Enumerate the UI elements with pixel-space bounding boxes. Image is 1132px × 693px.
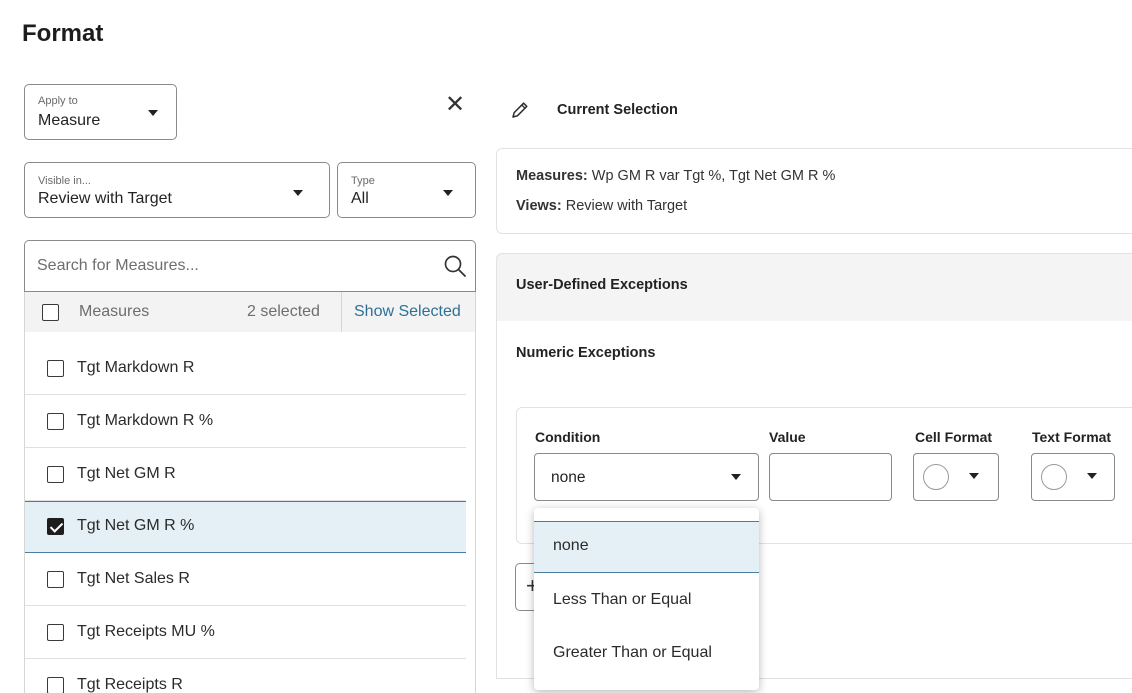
list-item[interactable]: Tgt Net Sales R: [25, 554, 466, 606]
divider: [341, 292, 342, 332]
condition-dropdown: none Less Than or Equal Greater Than or …: [534, 508, 759, 690]
chevron-down-icon: [443, 190, 453, 196]
condition-select[interactable]: none: [534, 453, 759, 501]
visible-in-select[interactable]: Visible in... Review with Target: [24, 162, 330, 218]
user-defined-exceptions-title: User-Defined Exceptions: [516, 277, 688, 293]
selected-count: 2 selected: [247, 303, 320, 320]
item-checkbox[interactable]: [47, 466, 64, 483]
list-item[interactable]: Tgt Markdown R: [25, 343, 466, 395]
views-value: Review with Target: [565, 198, 688, 214]
user-defined-exceptions-header[interactable]: User-Defined Exceptions: [496, 253, 1132, 321]
list-item-label: Tgt Markdown R %: [77, 412, 214, 429]
item-checkbox[interactable]: [47, 677, 64, 693]
close-icon[interactable]: ✕: [445, 93, 465, 117]
type-select[interactable]: Type All: [337, 162, 476, 218]
list-item-label: Tgt Net Sales R: [77, 570, 190, 587]
color-swatch-icon: [1041, 464, 1067, 490]
value-input[interactable]: [769, 453, 892, 501]
search-input[interactable]: [37, 254, 417, 278]
condition-label: Condition: [535, 429, 601, 445]
visible-in-label: Visible in...: [38, 175, 91, 187]
chevron-down-icon: [1087, 473, 1097, 479]
apply-to-select[interactable]: Apply to Measure: [24, 84, 177, 140]
page-title: Format: [22, 20, 104, 47]
list-item[interactable]: Tgt Net GM R %: [25, 501, 466, 553]
chevron-down-icon: [148, 110, 158, 116]
apply-to-value: Measure: [38, 112, 101, 129]
show-selected-link[interactable]: Show Selected: [354, 303, 461, 321]
list-item[interactable]: Tgt Net GM R: [25, 449, 466, 501]
value-label: Value: [769, 429, 806, 445]
search-box: [24, 240, 476, 292]
measures-line: Measures: Wp GM R var Tgt %, Tgt Net GM …: [516, 168, 835, 184]
list-header: Measures 2 selected Show Selected: [24, 292, 476, 332]
list-item-label: Tgt Receipts R: [77, 676, 183, 693]
search-icon[interactable]: [443, 254, 467, 278]
dropdown-option[interactable]: none: [534, 521, 759, 573]
numeric-exceptions-title: Numeric Exceptions: [516, 345, 656, 361]
item-checkbox[interactable]: [47, 518, 64, 535]
item-checkbox[interactable]: [47, 624, 64, 641]
visible-in-value: Review with Target: [38, 190, 172, 207]
cell-format-label: Cell Format: [915, 429, 993, 445]
color-swatch-icon: [923, 464, 949, 490]
option-label: Greater Than or Equal: [553, 644, 712, 661]
list-item-label: Tgt Markdown R: [77, 359, 195, 376]
option-label: Less Than or Equal: [553, 591, 692, 608]
list-item[interactable]: Tgt Receipts MU %: [25, 607, 466, 659]
item-checkbox[interactable]: [47, 571, 64, 588]
type-value: All: [351, 190, 369, 207]
views-line: Views: Review with Target: [516, 198, 687, 214]
views-label: Views:: [516, 198, 562, 214]
text-format-label: Text Format: [1032, 429, 1112, 445]
list-header-label: Measures: [79, 303, 150, 320]
condition-value: none: [551, 469, 586, 486]
chevron-down-icon: [293, 190, 303, 196]
item-checkbox[interactable]: [47, 360, 64, 377]
measures-label: Measures:: [516, 168, 588, 184]
type-label: Type: [351, 175, 375, 187]
list-item-label: Tgt Net GM R: [77, 465, 176, 482]
chevron-down-icon: [969, 473, 979, 479]
current-selection-title: Current Selection: [557, 102, 678, 118]
current-selection-panel: Measures: Wp GM R var Tgt %, Tgt Net GM …: [496, 148, 1132, 234]
measures-value: Wp GM R var Tgt %, Tgt Net GM R %: [591, 168, 836, 184]
select-all-checkbox[interactable]: [42, 304, 59, 321]
item-checkbox[interactable]: [47, 413, 64, 430]
dropdown-option[interactable]: Less Than or Equal: [534, 575, 759, 627]
list-item[interactable]: Tgt Receipts R: [25, 660, 466, 693]
chevron-down-icon: [731, 474, 741, 480]
cell-format-select[interactable]: [913, 453, 999, 501]
apply-to-label: Apply to: [38, 95, 78, 107]
list-item[interactable]: Tgt Markdown R %: [25, 396, 466, 448]
pencil-icon: [512, 102, 528, 118]
dropdown-option[interactable]: Greater Than or Equal: [534, 628, 759, 680]
measures-list: Tgt Markdown R Tgt Markdown R % Tgt Net …: [24, 332, 476, 693]
list-item-label: Tgt Receipts MU %: [77, 623, 215, 640]
list-item-label: Tgt Net GM R %: [77, 517, 195, 534]
text-format-select[interactable]: [1031, 453, 1115, 501]
option-label: none: [553, 537, 589, 554]
